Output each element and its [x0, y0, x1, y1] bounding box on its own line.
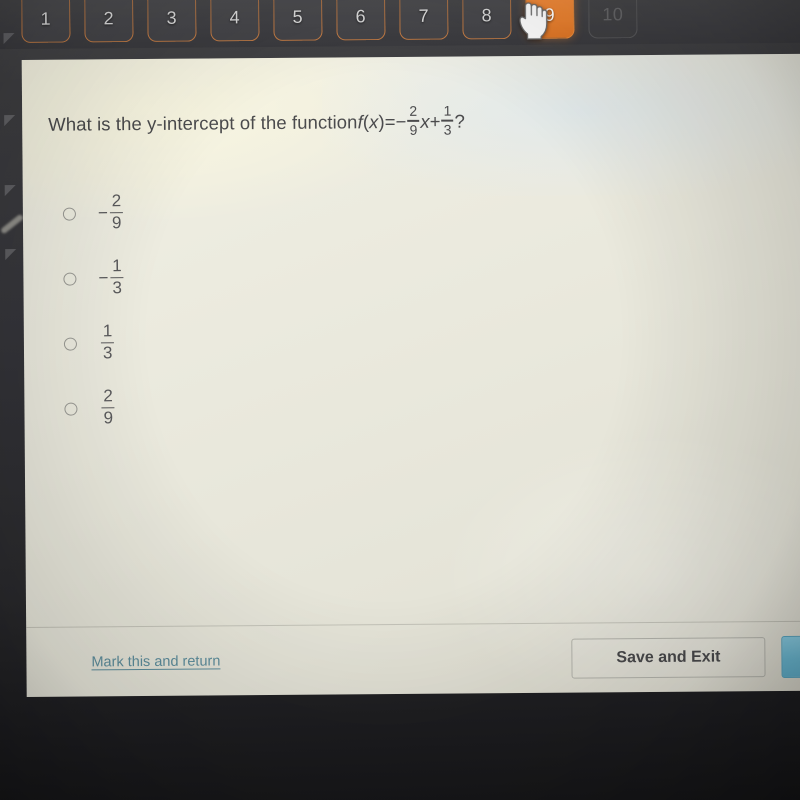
question-mark: ?: [454, 110, 465, 132]
question-tab-1[interactable]: 1: [21, 0, 71, 43]
edge-marker-triangle: [4, 185, 16, 197]
question-tab-6[interactable]: 6: [336, 0, 386, 41]
question-tab-10-disabled: 10: [588, 0, 638, 39]
option-1-sign: −: [97, 202, 108, 222]
option-4-fraction: 2 9: [101, 386, 115, 429]
option-3-value: 1 3: [99, 321, 116, 365]
question-lead-text: What is the y-intercept of the function: [48, 111, 358, 135]
answer-option-1[interactable]: − 2 9: [62, 181, 125, 246]
edge-marker-triangle: [3, 33, 15, 45]
option-1-numerator: 2: [111, 191, 122, 211]
option-3-numerator: 1: [102, 321, 113, 341]
question-tab-8[interactable]: 8: [462, 0, 512, 40]
option-2-numerator: 1: [112, 256, 122, 276]
option-2-sign: −: [98, 267, 109, 287]
next-button[interactable]: [781, 635, 800, 678]
option-3-denominator: 3: [102, 343, 113, 363]
question-tab-7[interactable]: 7: [399, 0, 449, 40]
question-tab-4[interactable]: 4: [210, 0, 260, 42]
option-1-value: − 2 9: [97, 191, 125, 234]
question-tab-2[interactable]: 2: [84, 0, 134, 43]
answer-option-3[interactable]: 1 3: [63, 311, 126, 376]
radio-button-option-3[interactable]: [63, 337, 77, 351]
answer-option-2[interactable]: − 1 3: [63, 246, 125, 311]
term-variable: x: [420, 110, 430, 132]
option-4-denominator: 9: [103, 408, 114, 428]
screen-glare-streak: [0, 213, 25, 235]
question-text: What is the y-intercept of the function …: [48, 102, 465, 141]
mark-this-and-return-link[interactable]: Mark this and return: [91, 653, 220, 670]
constant-fraction: 1 3: [441, 102, 454, 138]
option-1-fraction: 2 9: [109, 191, 124, 233]
constant-denominator: 3: [443, 121, 452, 138]
question-tab-bar: 1 2 3 4 5 6 7 8 9 10: [0, 0, 800, 50]
answer-option-4[interactable]: 2 9: [64, 376, 126, 441]
question-content-panel: What is the y-intercept of the function …: [21, 53, 800, 697]
option-4-numerator: 2: [103, 386, 113, 406]
device-screen-content: 1 2 3 4 5 6 7 8 9 10 What is the y-inter…: [0, 0, 800, 800]
question-tab-3[interactable]: 3: [147, 0, 197, 42]
equals-sign: =: [384, 110, 396, 133]
answer-options-list: − 2 9 − 1 3 1 3 2 9: [62, 181, 126, 441]
coefficient-denominator: 9: [409, 121, 418, 138]
option-2-denominator: 3: [112, 278, 122, 298]
option-3-fraction: 1 3: [100, 321, 115, 364]
option-1-denominator: 9: [111, 213, 122, 233]
save-and-exit-button[interactable]: Save and Exit: [571, 636, 766, 679]
question-tab-9-active[interactable]: 9: [525, 0, 575, 40]
minus-sign: −: [395, 110, 407, 132]
option-2-fraction: 1 3: [110, 256, 124, 298]
footer-bar: Mark this and return Save and Exit: [26, 622, 800, 697]
option-2-value: − 1 3: [98, 256, 125, 299]
edge-marker-triangle: [5, 249, 17, 261]
constant-numerator: 1: [443, 102, 452, 119]
screen-photo: 1 2 3 4 5 6 7 8 9 10 What is the y-inter…: [0, 0, 800, 800]
edge-marker-triangle: [4, 115, 16, 127]
coefficient-fraction: 2 9: [407, 102, 420, 138]
function-variable: x: [368, 111, 379, 133]
radio-button-option-4[interactable]: [64, 402, 78, 416]
radio-button-option-1[interactable]: [62, 207, 76, 221]
coefficient-numerator: 2: [409, 102, 418, 119]
question-tab-5[interactable]: 5: [273, 0, 323, 41]
option-4-value: 2 9: [99, 386, 116, 430]
plus-sign: +: [429, 110, 441, 132]
radio-button-option-2[interactable]: [63, 272, 77, 286]
